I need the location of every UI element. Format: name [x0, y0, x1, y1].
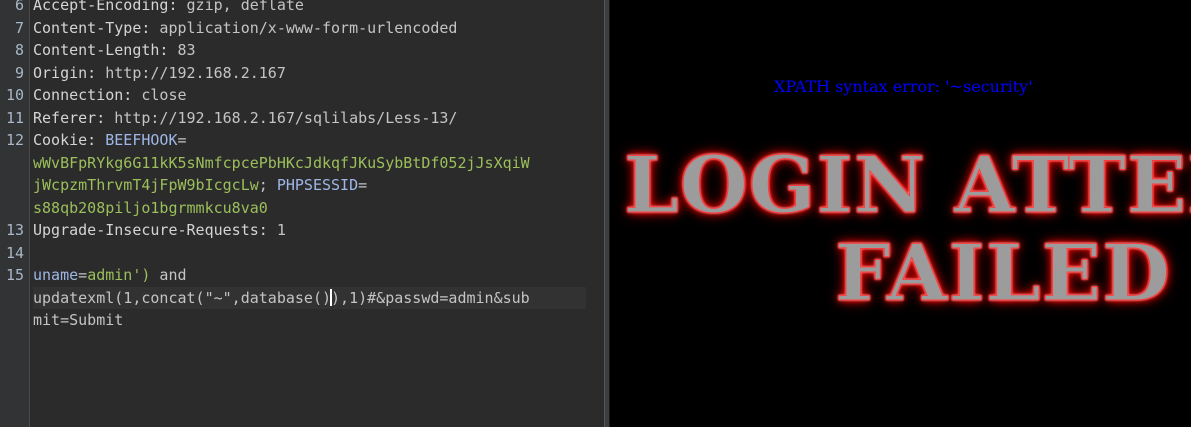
- body-param-value: admin'): [87, 266, 151, 284]
- body-text: and: [150, 266, 187, 284]
- cookie-value-line[interactable]: jWcpzmThrvmT4jFpW9bIcgcLw; PHPSESSID=: [33, 174, 367, 197]
- cookie-equals: =: [358, 176, 368, 194]
- header-value: http://192.168.2.167/sqlilabs/Less-13/: [105, 108, 458, 127]
- cookie-name: PHPSESSID: [276, 176, 359, 194]
- header-line-connection[interactable]: Connection: close: [33, 84, 187, 107]
- cookie-value-line[interactable]: wWvBFpRYkg6G11kK5sNmfcpcePbHKcJdkqfJKuSy…: [33, 152, 530, 175]
- header-line-referer[interactable]: Referer: http://192.168.2.167/sqlilabs/L…: [33, 107, 457, 130]
- body-line-current[interactable]: updatexml(1,concat("~",database()),1)#&p…: [33, 286, 586, 309]
- cookie-value: jWcpzmThrvmT4jFpW9bIcgcLw: [33, 176, 259, 194]
- header-value: gzip, deflate: [177, 0, 304, 14]
- body-line[interactable]: uname=admin') and: [33, 264, 187, 287]
- header-line-accept-encoding[interactable]: Accept-Encoding: gzip, deflate: [33, 0, 304, 17]
- line-number: 9: [14, 63, 24, 82]
- cookie-name: BEEFHOOK: [105, 131, 178, 149]
- header-name: Upgrade-Insecure-Requests:: [33, 221, 268, 239]
- body-equals: =: [78, 266, 88, 284]
- line-number: 11: [5, 108, 24, 127]
- header-line-upgrade-insecure-requests[interactable]: Upgrade-Insecure-Requests: 1: [33, 219, 286, 242]
- body-text: updatexml(1,concat("~",database(): [33, 288, 332, 307]
- header-name: Content-Type:: [33, 18, 151, 37]
- login-failed-banner-line2: FAILED: [835, 228, 1171, 320]
- cookie-value: s88qb208piljo1bgrmmkcu8va0: [33, 198, 268, 217]
- body-text: mit=Submit: [33, 311, 124, 329]
- body-text: ),1)#&passwd=admin&sub: [331, 288, 530, 307]
- request-editor[interactable]: 6 7 8 9 10 11 12 13 14 15 Accept-Encodin…: [0, 0, 604, 427]
- body-param-name: uname: [33, 266, 79, 284]
- header-value: http://192.168.2.167: [96, 63, 286, 82]
- header-line-content-length[interactable]: Content-Length: 83: [33, 39, 196, 62]
- line-number: 14: [5, 243, 24, 262]
- header-line-cookie[interactable]: Cookie: BEEFHOOK=: [33, 129, 187, 152]
- header-line-origin[interactable]: Origin: http://192.168.2.167: [33, 62, 286, 85]
- line-number: 10: [5, 86, 24, 104]
- header-name: Referer:: [33, 108, 106, 127]
- line-number: 6: [14, 0, 24, 14]
- line-number: 15: [5, 266, 24, 284]
- line-number: 13: [5, 221, 24, 239]
- header-name: Connection:: [33, 86, 133, 104]
- header-value: 1: [267, 221, 286, 239]
- header-name: Cookie:: [33, 131, 97, 149]
- header-name: Accept-Encoding:: [33, 0, 178, 14]
- cookie-separator: ;: [258, 176, 277, 194]
- line-number: 12: [5, 131, 24, 149]
- header-line-content-type[interactable]: Content-Type: application/x-www-form-url…: [33, 17, 457, 40]
- header-value: 83: [168, 41, 196, 59]
- body-line[interactable]: mit=Submit: [33, 309, 123, 332]
- line-number: 7: [14, 18, 24, 37]
- header-name: Origin:: [33, 63, 97, 82]
- header-value: close: [132, 86, 187, 104]
- line-number: 8: [14, 41, 24, 59]
- login-failed-banner-line1: LOGIN ATTEMPT: [623, 140, 1191, 232]
- header-name: Content-Length:: [33, 41, 169, 59]
- cookie-equals: =: [177, 131, 187, 149]
- xpath-error-message: XPATH syntax error: '~security': [774, 77, 1033, 96]
- cookie-value-line[interactable]: s88qb208piljo1bgrmmkcu8va0: [33, 197, 268, 220]
- header-value: application/x-www-form-urlencoded: [150, 18, 458, 37]
- cookie-value: wWvBFpRYkg6G11kK5sNmfcpcePbHKcJdkqfJKuSy…: [33, 153, 530, 172]
- response-render-pane: XPATH syntax error: '~security' LOGIN AT…: [610, 0, 1191, 427]
